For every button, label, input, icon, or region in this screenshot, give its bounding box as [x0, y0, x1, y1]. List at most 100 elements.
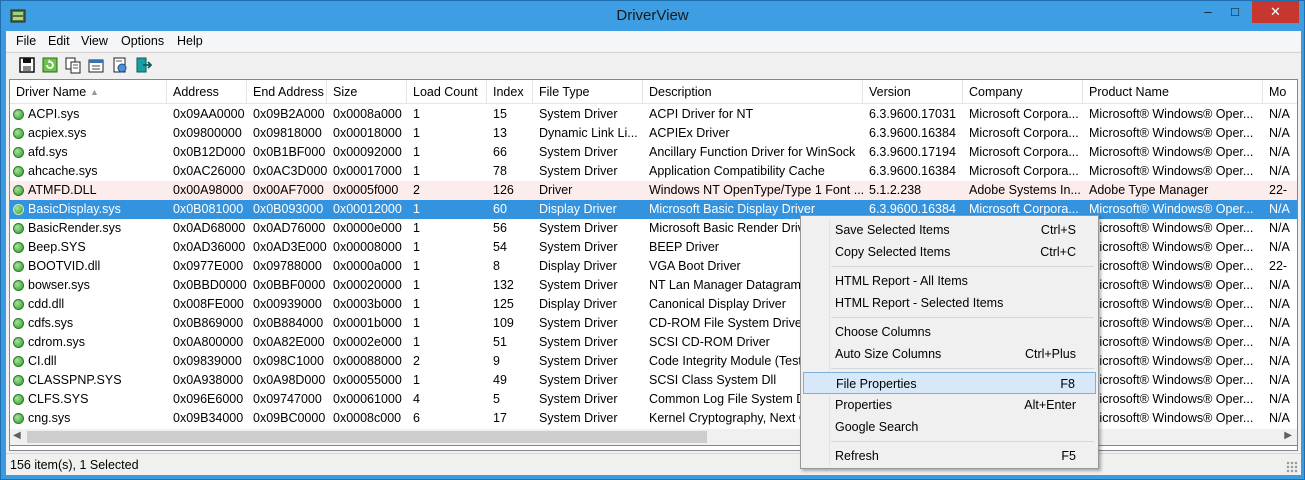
table-row[interactable]: BasicDisplay.sys 0x0B081000 0x0B093000 0x00…	[10, 200, 1297, 219]
menu-separator	[831, 368, 1094, 369]
table-row[interactable]: cng.sys 0x09B34000 0x09BC0000 0x0008c000 6 17…	[10, 409, 1297, 428]
column-company[interactable]: Company	[963, 80, 1083, 104]
table-row[interactable]: acpiex.sys 0x09800000 0x09818000 0x00018000…	[10, 124, 1297, 143]
cell-product-name: Microsoft® Windows® Oper...	[1089, 164, 1254, 178]
cell-load-count: 1	[413, 107, 420, 121]
maximize-button[interactable]: □	[1221, 1, 1249, 23]
cell-file-type: System Driver	[539, 373, 618, 387]
menu-item-label: Save Selected Items	[835, 223, 950, 237]
copy-icon[interactable]	[64, 56, 82, 74]
menu-item-refresh[interactable]: Refresh F5	[803, 445, 1096, 467]
scroll-left-icon[interactable]: ◀	[13, 430, 21, 441]
menu-item-html-report-selected-items[interactable]: HTML Report - Selected Items	[803, 292, 1096, 314]
scroll-right-icon[interactable]: ▶	[1284, 430, 1292, 441]
column-version[interactable]: Version	[863, 80, 963, 104]
cell-end-address: 0x0B093000	[253, 202, 324, 216]
menu-view[interactable]: View	[81, 34, 108, 48]
html-report-icon[interactable]	[111, 56, 129, 74]
menu-help[interactable]: Help	[177, 34, 203, 48]
column-load-count[interactable]: Load Count	[407, 80, 487, 104]
menu-item-google-search[interactable]: Google Search	[803, 416, 1096, 438]
driver-list[interactable]: Driver Name ▲ Address End Address Size L…	[9, 79, 1298, 451]
cell-index: 51	[493, 335, 507, 349]
scroll-thumb[interactable]	[27, 431, 707, 443]
table-row[interactable]: BasicRender.sys 0x0AD68000 0x0AD76000 0x000…	[10, 219, 1297, 238]
table-row[interactable]: ACPI.sys 0x09AA0000 0x09B2A000 0x0008a000 1 1…	[10, 105, 1297, 124]
column-index[interactable]: Index	[487, 80, 533, 104]
table-row[interactable]: CI.dll 0x09839000 0x098C1000 0x00088000 2 9 Sy…	[10, 352, 1297, 371]
menu-item-properties[interactable]: Properties Alt+Enter	[803, 394, 1096, 416]
cell-product-name: Microsoft® Windows® Oper...	[1089, 240, 1254, 254]
column-address[interactable]: Address	[167, 80, 247, 104]
cell-size: 0x0002e000	[333, 335, 402, 349]
cell-driver-name: CLFS.SYS	[28, 392, 89, 406]
menu-item-copy-selected-items[interactable]: Copy Selected Items Ctrl+C	[803, 241, 1096, 263]
cell-index: 60	[493, 202, 507, 216]
cell-address: 0x096E6000	[173, 392, 244, 406]
cell-modified: N/A	[1269, 164, 1290, 178]
exit-icon[interactable]	[134, 56, 152, 74]
cell-product-name: Microsoft® Windows® Oper...	[1089, 145, 1254, 159]
menu-item-shortcut: Ctrl+S	[1040, 223, 1076, 237]
table-row[interactable]: ahcache.sys 0x0AC26000 0x0AC3D000 0x0001700…	[10, 162, 1297, 181]
cell-modified: N/A	[1269, 354, 1290, 368]
column-driver-name[interactable]: Driver Name ▲	[10, 80, 167, 104]
close-button[interactable]: ✕	[1252, 1, 1299, 23]
table-row[interactable]: bowser.sys 0x0BBD0000 0x0BBF0000 0x00020000…	[10, 276, 1297, 295]
menu-item-save-selected-items[interactable]: Save Selected Items Ctrl+S	[803, 219, 1096, 241]
table-row[interactable]: cdfs.sys 0x0B869000 0x0B884000 0x0001b000 1 1…	[10, 314, 1297, 333]
cell-file-type: System Driver	[539, 145, 618, 159]
title-bar[interactable]: DriverView – □ ✕	[1, 1, 1304, 31]
menu-item-html-report-all-items[interactable]: HTML Report - All Items	[803, 270, 1096, 292]
column-product-name[interactable]: Product Name	[1083, 80, 1263, 104]
cell-index: 17	[493, 411, 507, 425]
menu-file[interactable]: File	[16, 34, 36, 48]
cell-end-address: 0x0A82E000	[253, 335, 325, 349]
minimize-button[interactable]: –	[1194, 1, 1222, 23]
table-row[interactable]: ATMFD.DLL 0x00A98000 0x00AF7000 0x0005f000 2…	[10, 181, 1297, 200]
cell-file-type: System Driver	[539, 107, 618, 121]
cell-file-type: System Driver	[539, 335, 618, 349]
refresh-icon[interactable]	[41, 56, 59, 74]
table-row[interactable]: CLFS.SYS 0x096E6000 0x09747000 0x00061000 4 5…	[10, 390, 1297, 409]
menu-options[interactable]: Options	[121, 34, 164, 48]
cell-file-type: System Driver	[539, 354, 618, 368]
table-row[interactable]: cdrom.sys 0x0A800000 0x0A82E000 0x0002e000 1…	[10, 333, 1297, 352]
column-description[interactable]: Description	[643, 80, 863, 104]
cell-product-name: Microsoft® Windows® Oper...	[1089, 259, 1254, 273]
cell-modified: 22-	[1269, 259, 1288, 273]
properties-icon[interactable]	[87, 56, 105, 74]
cell-driver-name: BasicDisplay.sys	[28, 202, 121, 216]
cell-index: 15	[493, 107, 507, 121]
cell-end-address: 0x098C1000	[253, 354, 324, 368]
cell-end-address: 0x09788000	[253, 259, 322, 273]
table-row[interactable]: BOOTVID.dll 0x0977E000 0x09788000 0x0000a00…	[10, 257, 1297, 276]
menu-item-file-properties[interactable]: File Properties F8	[803, 372, 1096, 394]
cell-driver-name: bowser.sys	[28, 278, 90, 292]
menu-item-choose-columns[interactable]: Choose Columns	[803, 321, 1096, 343]
table-row[interactable]: cdd.dll 0x008FE000 0x00939000 0x0003b000 1 12…	[10, 295, 1297, 314]
cell-end-address: 0x09BC0000	[253, 411, 326, 425]
cell-address: 0x09839000	[173, 354, 242, 368]
cell-product-name: Microsoft® Windows® Oper...	[1089, 202, 1254, 216]
table-row[interactable]: CLASSPNP.SYS 0x0A938000 0x0A98D000 0x000550…	[10, 371, 1297, 390]
save-icon[interactable]	[18, 56, 36, 74]
table-row[interactable]: Beep.SYS 0x0AD36000 0x0AD3E000 0x00008000 1 5…	[10, 238, 1297, 257]
horizontal-scrollbar[interactable]: ◀ ▶	[9, 429, 1298, 446]
cell-index: 13	[493, 126, 507, 140]
menu-item-label: Copy Selected Items	[835, 245, 951, 259]
cell-driver-name: ATMFD.DLL	[28, 183, 97, 197]
cell-size: 0x0000e000	[333, 221, 402, 235]
resize-grip-icon[interactable]	[1286, 461, 1298, 473]
cell-modified: N/A	[1269, 373, 1290, 387]
table-row[interactable]: afd.sys 0x0B12D000 0x0B1BF000 0x00092000 1 66…	[10, 143, 1297, 162]
menu-item-auto-size-columns[interactable]: Auto Size Columns Ctrl+Plus	[803, 343, 1096, 365]
column-size[interactable]: Size	[327, 80, 407, 104]
cell-size: 0x00088000	[333, 354, 402, 368]
cell-description: Windows NT OpenType/Type 1 Font ...	[649, 183, 863, 197]
cell-description: ACPIEx Driver	[649, 126, 730, 140]
column-modified[interactable]: Mo	[1263, 80, 1297, 104]
column-file-type[interactable]: File Type	[533, 80, 643, 104]
column-end-address[interactable]: End Address	[247, 80, 327, 104]
menu-edit[interactable]: Edit	[48, 34, 70, 48]
